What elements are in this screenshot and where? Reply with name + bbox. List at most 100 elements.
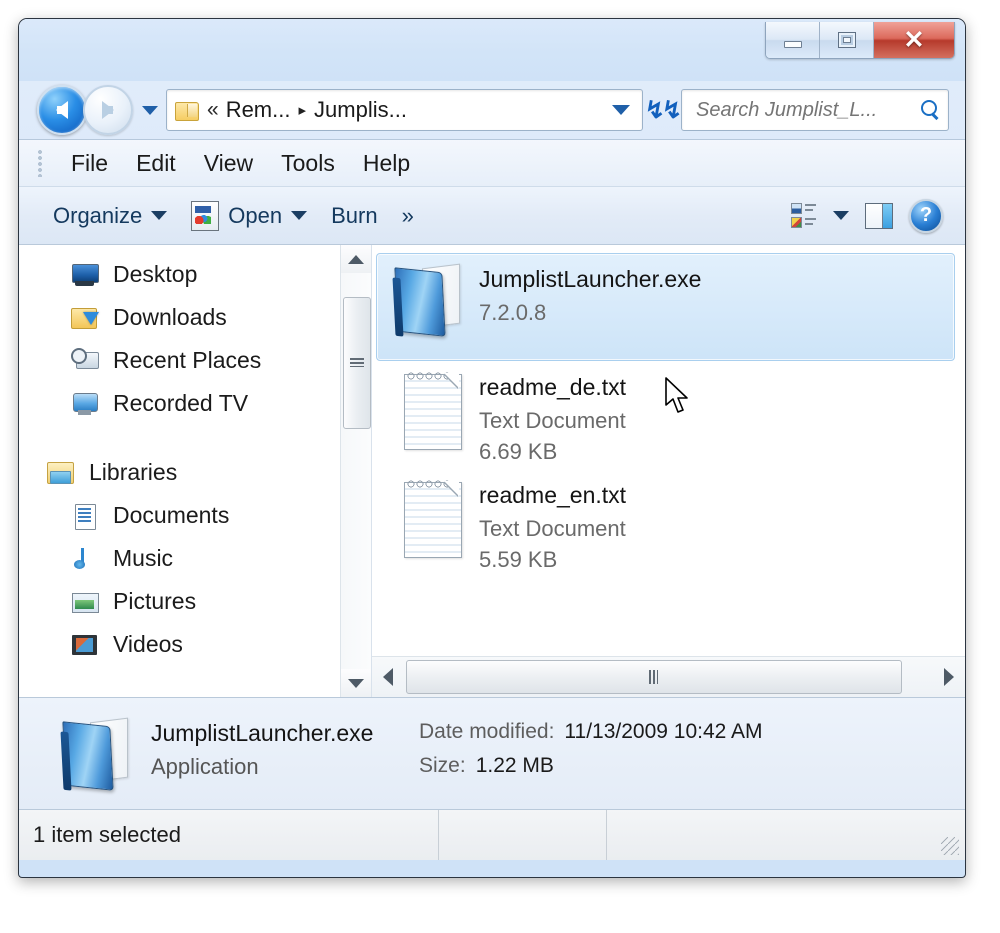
sidebar-item-pictures[interactable]: Pictures: [19, 580, 351, 623]
details-file-name: JumplistLauncher.exe: [151, 719, 374, 746]
file-list-horizontal-scrollbar[interactable]: [372, 656, 965, 697]
breadcrumb-item-1[interactable]: Rem...: [226, 97, 291, 123]
toolbar-overflow-button[interactable]: »: [390, 199, 426, 233]
file-name: JumplistLauncher.exe: [479, 266, 702, 292]
scroll-right-button[interactable]: [933, 657, 965, 697]
text-document-icon: [383, 368, 479, 452]
menu-item-edit[interactable]: Edit: [122, 147, 190, 180]
menu-grip-icon[interactable]: [37, 149, 43, 177]
file-name: readme_de.txt: [479, 374, 627, 400]
sidebar-item-desktop[interactable]: Desktop: [19, 253, 351, 296]
file-type: Text Document: [479, 408, 626, 433]
sidebar-item-libraries[interactable]: Libraries: [19, 451, 351, 494]
menu-item-tools[interactable]: Tools: [267, 147, 349, 180]
file-list-pane: JumplistLauncher.exe 7.2.0.8 readme_de.t…: [372, 245, 965, 697]
search-box[interactable]: [681, 89, 949, 131]
sidebar-item-label: Videos: [113, 631, 183, 657]
navigation-pane-list: Desktop Downloads Recent Places Recorded…: [19, 245, 351, 697]
search-input[interactable]: [694, 97, 916, 123]
forward-button[interactable]: [83, 85, 133, 135]
recent-places-icon: [71, 347, 99, 374]
file-info: readme_de.txt Text Document 6.69 KB: [479, 368, 626, 467]
burn-label: Burn: [331, 202, 378, 228]
content-area: Desktop Downloads Recent Places Recorded…: [19, 245, 965, 698]
downloads-folder-icon: [71, 305, 99, 331]
organize-label: Organize: [53, 202, 143, 228]
scrollbar-thumb[interactable]: [406, 660, 902, 694]
navigation-pane-scrollbar[interactable]: [340, 245, 371, 697]
menu-bar: File Edit View Tools Help: [19, 139, 965, 187]
search-icon: [920, 100, 940, 120]
libraries-icon: [47, 460, 75, 486]
change-view-dropdown[interactable]: [825, 207, 857, 224]
breadcrumb-separator-icon[interactable]: ▸: [298, 101, 306, 119]
sidebar-item-downloads[interactable]: Downloads: [19, 296, 351, 339]
address-bar[interactable]: « Rem... ▸ Jumplis...: [166, 89, 643, 131]
menu-item-file[interactable]: File: [57, 147, 122, 180]
open-button[interactable]: Open: [179, 197, 319, 235]
scrollbar-thumb[interactable]: [343, 297, 371, 429]
file-name: readme_en.txt: [479, 482, 627, 508]
sidebar-item-documents[interactable]: Documents: [19, 494, 351, 537]
explorer-window: ✕ « Rem... ▸ Jumplis... ↯↯ Search Jumpli…: [18, 18, 966, 878]
burn-button[interactable]: Burn: [319, 199, 389, 233]
preview-pane-button[interactable]: [857, 199, 901, 233]
details-columns: JumplistLauncher.exe Application Date mo…: [151, 720, 945, 788]
breadcrumb-item-2[interactable]: Jumplis...: [314, 97, 407, 123]
recorded-tv-icon: [71, 391, 99, 417]
preview-pane-icon: [865, 202, 893, 229]
sidebar-item-label: Pictures: [113, 588, 197, 614]
triangle-down-icon: [348, 678, 364, 688]
menu-item-view[interactable]: View: [190, 147, 267, 180]
chevron-down-icon: [151, 211, 168, 220]
open-label: Open: [228, 202, 283, 228]
sidebar-item-music[interactable]: Music: [19, 537, 351, 580]
scroll-up-button[interactable]: [341, 245, 371, 273]
scrollbar-track[interactable]: [404, 657, 933, 697]
application-book-icon: [383, 260, 479, 337]
details-primary-column: JumplistLauncher.exe Application: [151, 720, 419, 788]
sidebar-item-recent-places[interactable]: Recent Places: [19, 339, 351, 382]
details-secondary-column: Date modified: 11/13/2009 10:42 AM Size:…: [419, 720, 945, 788]
file-info: JumplistLauncher.exe 7.2.0.8: [479, 260, 701, 328]
scroll-down-button[interactable]: [341, 669, 371, 697]
breadcrumb-overflow-icon[interactable]: «: [207, 98, 219, 122]
change-view-icon: [791, 202, 817, 229]
navigation-pane: Desktop Downloads Recent Places Recorded…: [19, 245, 372, 697]
documents-icon: [71, 503, 99, 530]
back-button[interactable]: [37, 85, 87, 135]
close-button[interactable]: ✕: [874, 22, 954, 58]
file-list-item-readme-de[interactable]: readme_de.txt Text Document 6.69 KB: [376, 361, 955, 469]
menu-item-help[interactable]: Help: [349, 147, 424, 180]
minimize-button[interactable]: [766, 22, 820, 58]
sidebar-item-label: Downloads: [113, 304, 227, 330]
help-button[interactable]: ?: [901, 195, 951, 237]
sidebar-item-label: Recent Places: [113, 347, 262, 373]
organize-button[interactable]: Organize: [41, 199, 179, 233]
title-bar: ✕: [19, 19, 965, 81]
sidebar-item-recorded-tv[interactable]: Recorded TV: [19, 382, 351, 425]
resize-grip-icon[interactable]: [941, 837, 959, 855]
file-list-item-readme-en[interactable]: readme_en.txt Text Document 5.59 KB: [376, 469, 955, 577]
application-book-icon: [47, 717, 151, 791]
file-list-item-jumplistlauncher[interactable]: JumplistLauncher.exe 7.2.0.8: [376, 253, 955, 361]
music-icon: [71, 546, 99, 572]
recent-pages-dropdown-icon[interactable]: [142, 105, 158, 115]
details-size-label: Size:: [419, 753, 466, 777]
triangle-up-icon: [348, 254, 364, 264]
details-date-modified-label: Date modified:: [419, 719, 555, 743]
refresh-button[interactable]: ↯↯: [645, 89, 682, 131]
toolbar: Organize Open Burn » ?: [19, 187, 965, 245]
sidebar-item-label: Documents: [113, 502, 230, 528]
chevron-down-icon[interactable]: [612, 105, 630, 115]
scroll-left-button[interactable]: [372, 657, 404, 697]
change-view-button[interactable]: [783, 199, 825, 233]
file-version: 7.2.0.8: [479, 300, 547, 325]
details-pane: JumplistLauncher.exe Application Date mo…: [19, 698, 965, 810]
arrow-left-icon: [56, 101, 68, 119]
sidebar-item-videos[interactable]: Videos: [19, 623, 351, 666]
status-segment-3: [607, 810, 965, 860]
chevron-down-icon: [291, 211, 308, 220]
restore-button[interactable]: [820, 22, 874, 58]
